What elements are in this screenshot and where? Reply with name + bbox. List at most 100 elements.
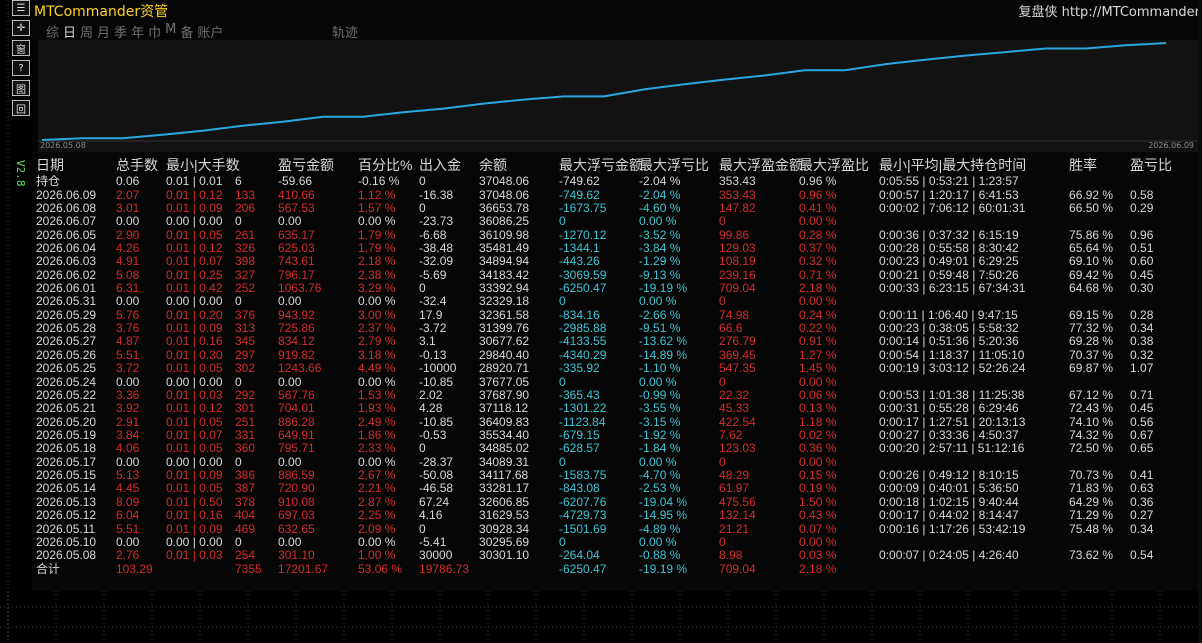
cell-pnl: 796.17 <box>278 268 315 282</box>
table-row[interactable]: 2026.06.04 4.26 0.01 | 0.12 326 625.03 1.79 %… <box>36 242 1196 255</box>
table-row[interactable]: 2026.06.01 6.31 0.01 | 0.42 252 1063.76 3.29 … <box>36 282 1196 295</box>
tab-period[interactable]: 备 <box>180 22 193 41</box>
cell-bal: 30301.10 <box>479 549 530 563</box>
col-pct[interactable]: 百分比% <box>358 155 419 175</box>
cell-mfep: 2.18 % <box>799 281 837 296</box>
move-icon[interactable]: ✛ <box>12 20 30 36</box>
cell-minmax: 0.01 | 0.16 <box>166 508 223 523</box>
help-icon[interactable]: ? <box>12 60 30 76</box>
cell-mfe: 709.04 <box>719 281 756 296</box>
cell-pnl: 0.00 <box>278 455 302 469</box>
cell-mfep: 0.28 % <box>799 228 837 242</box>
table-row[interactable]: 2026.05.11 5.51 0.01 | 0.09 469 632.65 2.09 %… <box>36 522 1196 535</box>
cell-pf: 0.45 <box>1130 268 1154 282</box>
col-max-fe[interactable]: 最大浮盈金额 <box>719 155 803 175</box>
tab-period[interactable]: 账户 <box>197 22 223 41</box>
menu-icon[interactable]: ☰ <box>12 0 30 16</box>
window-button[interactable]: 窗 <box>12 40 30 56</box>
cell-lots: 0.00 <box>116 215 140 229</box>
tab-period[interactable]: M <box>165 22 176 40</box>
cell-cnt: 297 <box>235 348 256 362</box>
col-max-dd[interactable]: 最大浮亏金额 <box>559 155 643 175</box>
cell-date: 2026.05.21 <box>36 402 97 416</box>
table-row[interactable]: 2026.05.22 3.36 0.01 | 0.03 292 567.76 1.53 %… <box>36 389 1196 402</box>
table-row[interactable]: 2026.05.25 3.72 0.01 | 0.05 302 1243.66 4.49 … <box>36 362 1196 375</box>
table-row[interactable]: 2026.06.08 3.01 0.01 | 0.09 206 567.53 1.57 %… <box>36 202 1196 215</box>
tab-period[interactable]: 日 <box>63 22 76 41</box>
table-row[interactable]: 2026.05.31 0.00 0.00 | 0.00 0 0.00 0.00 % -32.… <box>36 295 1196 308</box>
table-row[interactable]: 2026.06.03 4.91 0.01 | 0.07 398 743.61 2.18 %… <box>36 255 1196 268</box>
cell-mdd: -679.15 <box>559 428 600 442</box>
cell-pnl: 943.92 <box>278 308 315 322</box>
tab-period[interactable]: 月 <box>97 22 110 41</box>
table-row[interactable]: 2026.05.24 0.00 0.00 | 0.00 0 0.00 0.00 % -10.… <box>36 375 1196 388</box>
cell-minmax: 0.01 | 0.12 <box>166 241 223 255</box>
table-row[interactable]: 2026.06.02 5.08 0.01 | 0.25 327 796.17 2.38 %… <box>36 269 1196 282</box>
cell-pnl: 886.59 <box>278 468 315 483</box>
cell-mdd: -834.16 <box>559 308 600 322</box>
table-row[interactable]: 2026.05.18 4.06 0.01 | 0.05 360 795.71 2.33 %… <box>36 442 1196 455</box>
table-row[interactable]: 2026.05.15 5.13 0.01 | 0.09 386 886.59 2.67 %… <box>36 469 1196 482</box>
back-button[interactable]: 回 <box>12 100 30 116</box>
cell-minmax: 0.01 | 0.07 <box>166 255 223 269</box>
table-row[interactable]: 2026.05.17 0.00 0.00 | 0.00 0 0.00 0.00 % -28.… <box>36 456 1196 469</box>
cell-lots: 5.51 <box>116 522 140 536</box>
cell-mddp: -3.15 % <box>639 415 681 429</box>
table-row[interactable]: 2026.06.09 2.07 0.01 | 0.12 133 410.66 1.12 %… <box>36 188 1196 201</box>
col-balance[interactable]: 余额 <box>479 155 559 175</box>
table-row[interactable]: 2026.05.26 5.51 0.01 | 0.30 297 919.82 3.18 %… <box>36 349 1196 362</box>
cell-minmax: 0.01 | 0.12 <box>166 402 223 416</box>
table-row[interactable]: 2026.05.12 6.04 0.01 | 0.16 404 697.03 2.25 %… <box>36 509 1196 522</box>
cell-mddp: 0.00 % <box>639 295 677 309</box>
tab-period[interactable]: 年 <box>131 22 144 41</box>
col-pnl[interactable]: 盈亏金额 <box>278 155 358 175</box>
cell-flow: 30000 <box>419 549 453 563</box>
table-row[interactable]: 2026.05.19 3.84 0.01 | 0.07 331 649.91 1.86 %… <box>36 429 1196 442</box>
table-header: 日期 总手数 最小|大手数 盈亏金额 百分比% 出入金 余额 最大浮亏金额 最大… <box>36 155 1196 175</box>
cell-win <box>1069 215 1130 228</box>
table-row[interactable]: 2026.06.07 0.00 0.00 | 0.00 0 0.00 0.00 % -23.… <box>36 215 1196 228</box>
chart-button[interactable]: 图 <box>12 80 30 96</box>
table-row[interactable]: 2026.05.28 3.76 0.01 | 0.09 313 725.86 2.37 %… <box>36 322 1196 335</box>
table-row[interactable]: 2026.05.21 3.92 0.01 | 0.12 301 704.01 1.93 %… <box>36 402 1196 415</box>
cell-pct: 0.00 % <box>358 455 396 469</box>
col-lots[interactable]: 总手数 <box>116 155 166 175</box>
table-row[interactable]: 持仓 0.06 0.01 | 0.01 6 -59.66 -0.16 % 0 37048.06… <box>36 175 1196 188</box>
brand-link[interactable]: 复盘侠 http://MTCommander <box>1018 1 1200 20</box>
col-minmax[interactable]: 最小|大手数 <box>166 155 278 175</box>
tab-period[interactable]: 季 <box>114 22 127 41</box>
cell-flow: 0 <box>419 522 426 536</box>
table-row[interactable]: 2026.05.27 4.87 0.01 | 0.16 345 834.12 2.79 %… <box>36 335 1196 348</box>
table-row[interactable]: 2026.05.20 2.91 0.01 | 0.05 251 886.28 2.49 %… <box>36 415 1196 428</box>
cell-lots: 4.87 <box>116 335 140 349</box>
table-row[interactable]: 2026.05.29 5.76 0.01 | 0.20 376 943.92 3.00 %… <box>36 309 1196 322</box>
app-title: MTCommander资管 <box>34 4 169 20</box>
cell-cnt: 404 <box>235 508 256 523</box>
cell-win: 67.12 % <box>1069 388 1114 402</box>
table-row[interactable]: 2026.05.14 4.45 0.01 | 0.05 387 720.90 2.21 %… <box>36 482 1196 495</box>
col-pf[interactable]: 盈亏比 <box>1130 155 1196 175</box>
cell-mdd: -443.26 <box>559 255 600 269</box>
cell-flow: 3.1 <box>419 335 436 349</box>
col-date[interactable]: 日期 <box>36 155 116 175</box>
tab-period[interactable]: 巾 <box>148 22 161 41</box>
cell-mfep: 0.02 % <box>799 428 837 442</box>
col-hold-time[interactable]: 最小|平均|最大持仓时间 <box>879 155 1069 175</box>
cell-minmax: 0.01 | 0.42 <box>166 281 223 296</box>
cell-date: 2026.05.11 <box>36 522 96 536</box>
table-row[interactable]: 2026.05.10 0.00 0.00 | 0.00 0 0.00 0.00 % -5.4… <box>36 536 1196 549</box>
cell-win: 64.68 % <box>1069 281 1114 296</box>
tab-period[interactable]: 综 <box>46 22 59 41</box>
col-max-dd-pct[interactable]: 最大浮亏比 <box>639 155 719 175</box>
cell-flow: 17.9 <box>419 308 443 322</box>
table-row[interactable]: 2026.06.05 2.90 0.01 | 0.05 261 635.17 1.79 %… <box>36 228 1196 241</box>
table-row[interactable]: 2026.05.13 8.09 0.01 | 0.50 378 910.08 2.87 %… <box>36 496 1196 509</box>
table-row[interactable]: 2026.05.08 2.76 0.01 | 0.03 254 301.10 1.00 %… <box>36 549 1196 562</box>
cell-win: 69.10 % <box>1069 255 1114 269</box>
cell-flow: -10.85 <box>419 375 454 389</box>
col-winrate[interactable]: 胜率 <box>1069 155 1130 175</box>
tab-period[interactable]: 周 <box>80 22 93 41</box>
tab-trail[interactable]: 轨迹 <box>332 22 358 41</box>
col-max-fe-pct[interactable]: 最大浮盈比 <box>799 155 879 175</box>
col-flow[interactable]: 出入金 <box>419 155 479 175</box>
